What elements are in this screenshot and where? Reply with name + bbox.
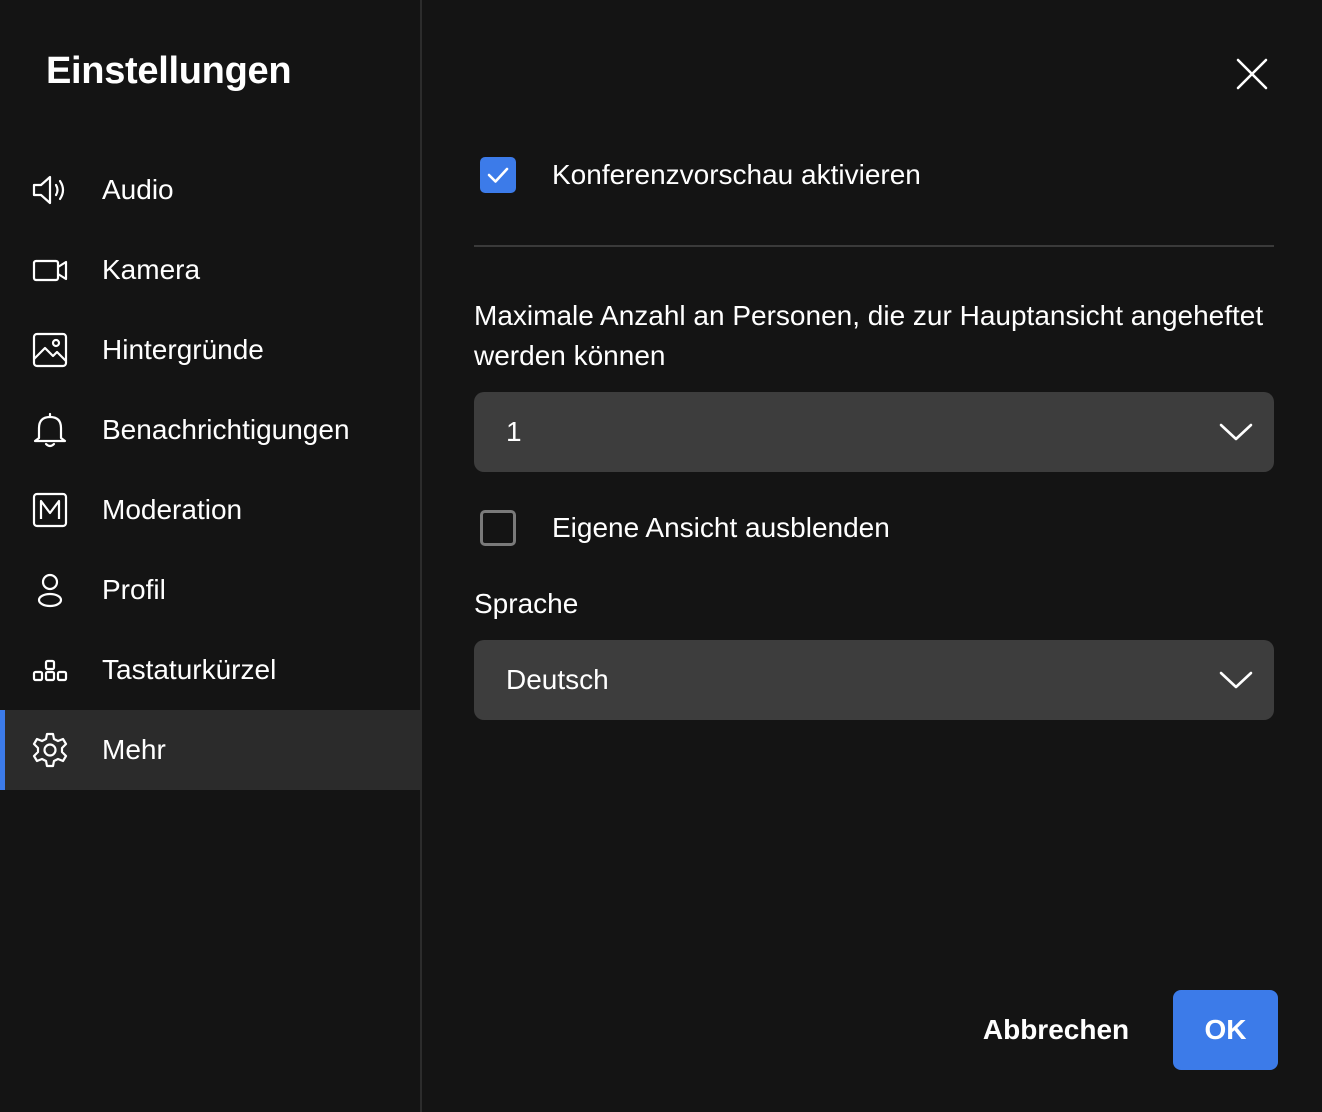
sidebar-item-profil[interactable]: Profil bbox=[0, 550, 420, 630]
close-icon bbox=[1236, 58, 1268, 90]
cancel-button[interactable]: Abbrechen bbox=[942, 990, 1170, 1070]
sidebar-item-label: Kamera bbox=[102, 254, 201, 285]
sidebar-item-moderation[interactable]: Moderation bbox=[0, 470, 420, 550]
bell-icon bbox=[30, 410, 70, 450]
sidebar-item-kamera[interactable]: Kamera bbox=[0, 230, 420, 310]
conference-preview-label: Konferenzvorschau aktivieren bbox=[552, 159, 921, 190]
checkmark-icon bbox=[487, 167, 509, 183]
moderation-icon bbox=[30, 490, 70, 530]
dialog-title: Einstellungen bbox=[46, 50, 292, 92]
settings-nav: Audio Kamera Hintergründe Benachrichtigu… bbox=[0, 150, 420, 790]
settings-sidebar: Einstellungen Audio Kamera Hintergründe … bbox=[0, 0, 422, 1112]
language-select[interactable]: Deutsch bbox=[474, 640, 1274, 720]
language-label: Sprache bbox=[474, 588, 579, 619]
language-value: Deutsch bbox=[506, 664, 609, 695]
max-pinned-value: 1 bbox=[506, 416, 522, 447]
sidebar-item-label: Hintergründe bbox=[102, 334, 264, 365]
max-pinned-label: Maximale Anzahl an Personen, die zur Hau… bbox=[474, 300, 1264, 371]
image-icon bbox=[30, 330, 70, 370]
sidebar-item-audio[interactable]: Audio bbox=[0, 150, 420, 230]
divider bbox=[474, 245, 1274, 247]
hide-self-view-label: Eigene Ansicht ausblenden bbox=[552, 512, 890, 543]
sidebar-item-label: Audio bbox=[102, 174, 174, 205]
user-icon bbox=[30, 570, 70, 610]
sidebar-item-label: Tastaturkürzel bbox=[102, 654, 277, 685]
camera-icon bbox=[30, 250, 70, 290]
settings-content: Konferenzvorschau aktivieren Maximale An… bbox=[422, 0, 1322, 1112]
sidebar-item-benachrichtigungen[interactable]: Benachrichtigungen bbox=[0, 390, 420, 470]
sidebar-item-label: Benachrichtigungen bbox=[102, 414, 350, 445]
hide-self-view-checkbox[interactable] bbox=[480, 510, 516, 546]
sidebar-item-label: Profil bbox=[102, 574, 166, 605]
chevron-down-icon bbox=[1219, 423, 1253, 441]
speaker-icon bbox=[30, 170, 70, 210]
sidebar-item-tastaturkuerzel[interactable]: Tastaturkürzel bbox=[0, 630, 420, 710]
close-button[interactable] bbox=[1230, 52, 1274, 96]
conference-preview-checkbox[interactable] bbox=[480, 157, 516, 193]
ok-button[interactable]: OK bbox=[1173, 990, 1278, 1070]
sidebar-item-label: Moderation bbox=[102, 494, 243, 525]
sidebar-item-hintergruende[interactable]: Hintergründe bbox=[0, 310, 420, 390]
max-pinned-select[interactable]: 1 bbox=[474, 392, 1274, 472]
gear-icon bbox=[30, 730, 70, 770]
chevron-down-icon bbox=[1219, 671, 1253, 689]
sidebar-item-mehr[interactable]: Mehr bbox=[0, 710, 420, 790]
keyboard-shortcuts-icon bbox=[30, 650, 70, 690]
sidebar-item-label: Mehr bbox=[102, 734, 166, 765]
